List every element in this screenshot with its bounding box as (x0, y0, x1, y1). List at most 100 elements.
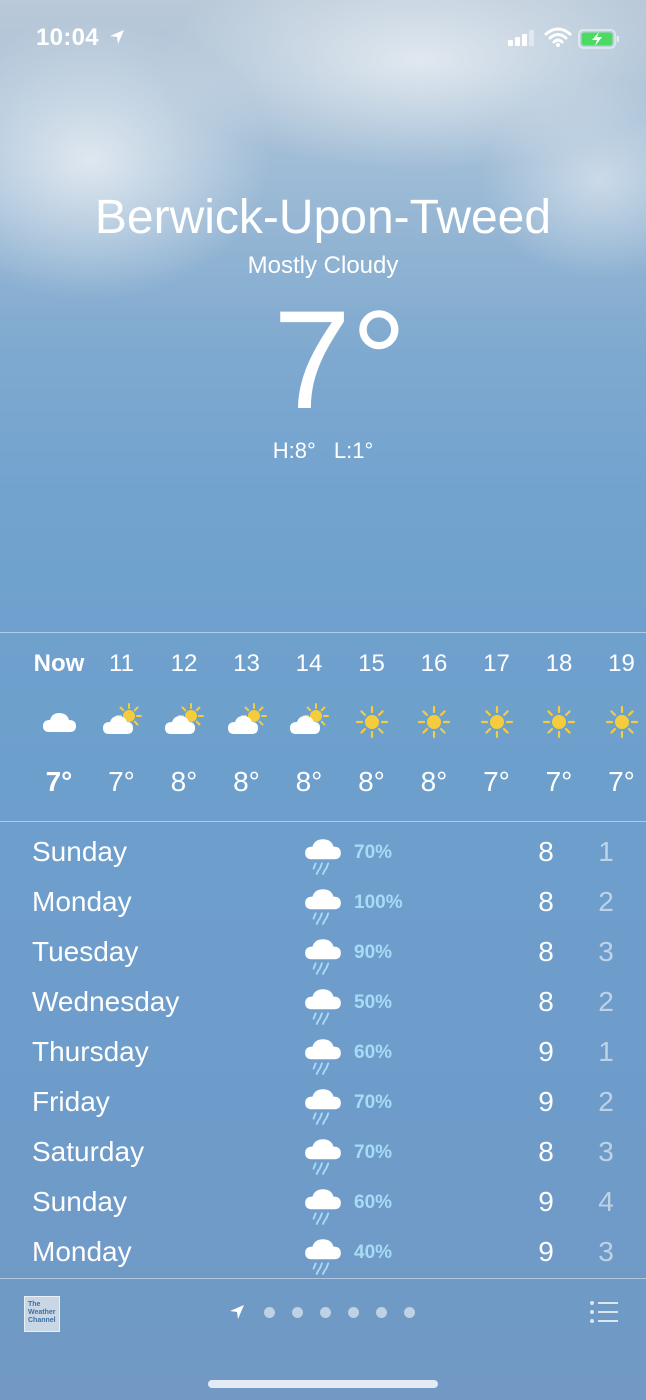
status-time: 10:04 (36, 24, 99, 51)
sun-icon (417, 705, 451, 739)
day-high: 9 (538, 1086, 554, 1117)
day-low: 4 (598, 1186, 614, 1217)
sun-icon (542, 705, 576, 739)
day-high: 8 (538, 986, 554, 1017)
precip-chance: 60% (354, 1192, 393, 1213)
daily-row: Saturday 70% 8 3 (0, 1128, 646, 1178)
precip-chance: 90% (354, 942, 393, 963)
hourly-icon-wrap (227, 702, 267, 742)
sun-icon (480, 705, 513, 739)
hourly-time: 18 (545, 650, 573, 677)
divider (0, 632, 646, 633)
day-low: 3 (598, 936, 614, 967)
hourly-time: 17 (483, 650, 510, 677)
partly-sunny-icon (165, 703, 204, 734)
precip-chance: 60% (354, 1042, 393, 1063)
precip-chance: 40% (354, 1242, 393, 1263)
hourly-time: Now (33, 650, 85, 677)
hourly-temp: 7° (45, 766, 73, 797)
divider (0, 1278, 646, 1279)
daily-row: Wednesday 50% 8 2 (0, 978, 646, 1028)
day-high: 8 (538, 936, 554, 967)
day-icon-wrap (302, 1034, 344, 1076)
sun-icon (355, 705, 388, 739)
high-temp: H:8° (272, 438, 316, 463)
rain-cloud-icon (305, 1089, 341, 1125)
current-location-page-icon[interactable] (228, 1303, 246, 1321)
hourly-temp: 7° (108, 766, 135, 797)
hourly-icon-wrap (539, 702, 579, 742)
rain-cloud-icon (305, 889, 341, 925)
high-low: H:8° L:1° (0, 438, 646, 464)
list-icon[interactable] (588, 1298, 620, 1326)
partly-sunny-icon (290, 703, 329, 734)
rain-cloud-icon (305, 989, 341, 1025)
daily-row: Tuesday 90% 8 3 (0, 928, 646, 978)
hourly-time: 19 (608, 650, 635, 677)
day-high: 8 (538, 886, 554, 917)
day-name: Wednesday (32, 986, 180, 1017)
hourly-temp: 8° (233, 766, 260, 797)
hourly-temp: 8° (295, 766, 323, 797)
hourly-forecast[interactable]: Now 7° 11 7° 12 8° 13 8° 14 8° 15 8° 16 8° 17 7° 18 7° 19 7… (0, 634, 646, 820)
precip-chance: 70% (354, 842, 393, 863)
home-indicator[interactable] (208, 1380, 438, 1388)
day-high: 8 (538, 1136, 554, 1167)
day-name: Sunday (32, 836, 127, 867)
page-dot[interactable] (376, 1307, 387, 1318)
hourly-icon-wrap (414, 702, 454, 742)
day-icon-wrap (302, 884, 344, 926)
daily-row: Monday 40% 9 3 (0, 1228, 646, 1278)
precip-chance: 100% (354, 892, 403, 913)
page-dot[interactable] (404, 1307, 415, 1318)
day-high: 8 (538, 836, 554, 867)
precip-chance: 50% (354, 992, 393, 1013)
hourly-icon-wrap (39, 702, 79, 742)
day-low: 1 (598, 836, 614, 867)
day-name: Thursday (32, 1036, 149, 1067)
day-icon-wrap (302, 934, 344, 976)
sun-icon (605, 705, 638, 739)
hourly-temp: 8° (170, 766, 198, 797)
page-dot[interactable] (320, 1307, 331, 1318)
page-dot[interactable] (348, 1307, 359, 1318)
daily-row: Sunday 60% 9 4 (0, 1178, 646, 1228)
hourly-icon-wrap (102, 702, 142, 742)
hourly-time: 15 (358, 650, 385, 677)
day-name: Tuesday (32, 936, 139, 967)
hourly-time: 16 (420, 650, 448, 677)
current-condition: Mostly Cloudy (247, 252, 399, 279)
day-icon-wrap (302, 834, 344, 876)
page-dot[interactable] (292, 1307, 303, 1318)
precip-chance: 70% (354, 1092, 393, 1113)
rain-cloud-icon (305, 939, 341, 975)
hourly-time: 14 (295, 650, 323, 677)
day-low: 2 (598, 1086, 614, 1117)
divider (0, 821, 646, 822)
day-icon-wrap (302, 1134, 344, 1176)
cloud-icon (43, 713, 76, 732)
day-low: 2 (598, 986, 614, 1017)
rain-cloud-icon (305, 1239, 341, 1275)
hourly-icon-wrap (477, 702, 517, 742)
day-low: 2 (598, 886, 614, 917)
daily-row: Friday 70% 9 2 (0, 1078, 646, 1128)
day-high: 9 (538, 1186, 554, 1217)
hourly-icon-wrap (164, 702, 204, 742)
daily-row: Monday 100% 8 2 (0, 878, 646, 928)
weather-channel-logo[interactable]: The Weather Channel (24, 1296, 60, 1332)
partly-sunny-icon (102, 703, 142, 734)
day-high: 9 (538, 1236, 554, 1267)
day-name: Friday (32, 1086, 110, 1117)
day-low: 3 (598, 1136, 614, 1167)
page-dot[interactable] (264, 1307, 275, 1318)
page-indicator[interactable] (228, 1302, 428, 1322)
current-temperature: 7° (273, 281, 407, 438)
day-name: Monday (32, 886, 132, 917)
bottom-bar: The Weather Channel (0, 1280, 646, 1400)
day-icon-wrap (302, 1234, 344, 1276)
day-icon-wrap (302, 1184, 344, 1226)
cellular-signal-icon (508, 30, 534, 46)
precip-chance: 70% (354, 1142, 393, 1163)
low-temp: L:1° (333, 438, 374, 463)
